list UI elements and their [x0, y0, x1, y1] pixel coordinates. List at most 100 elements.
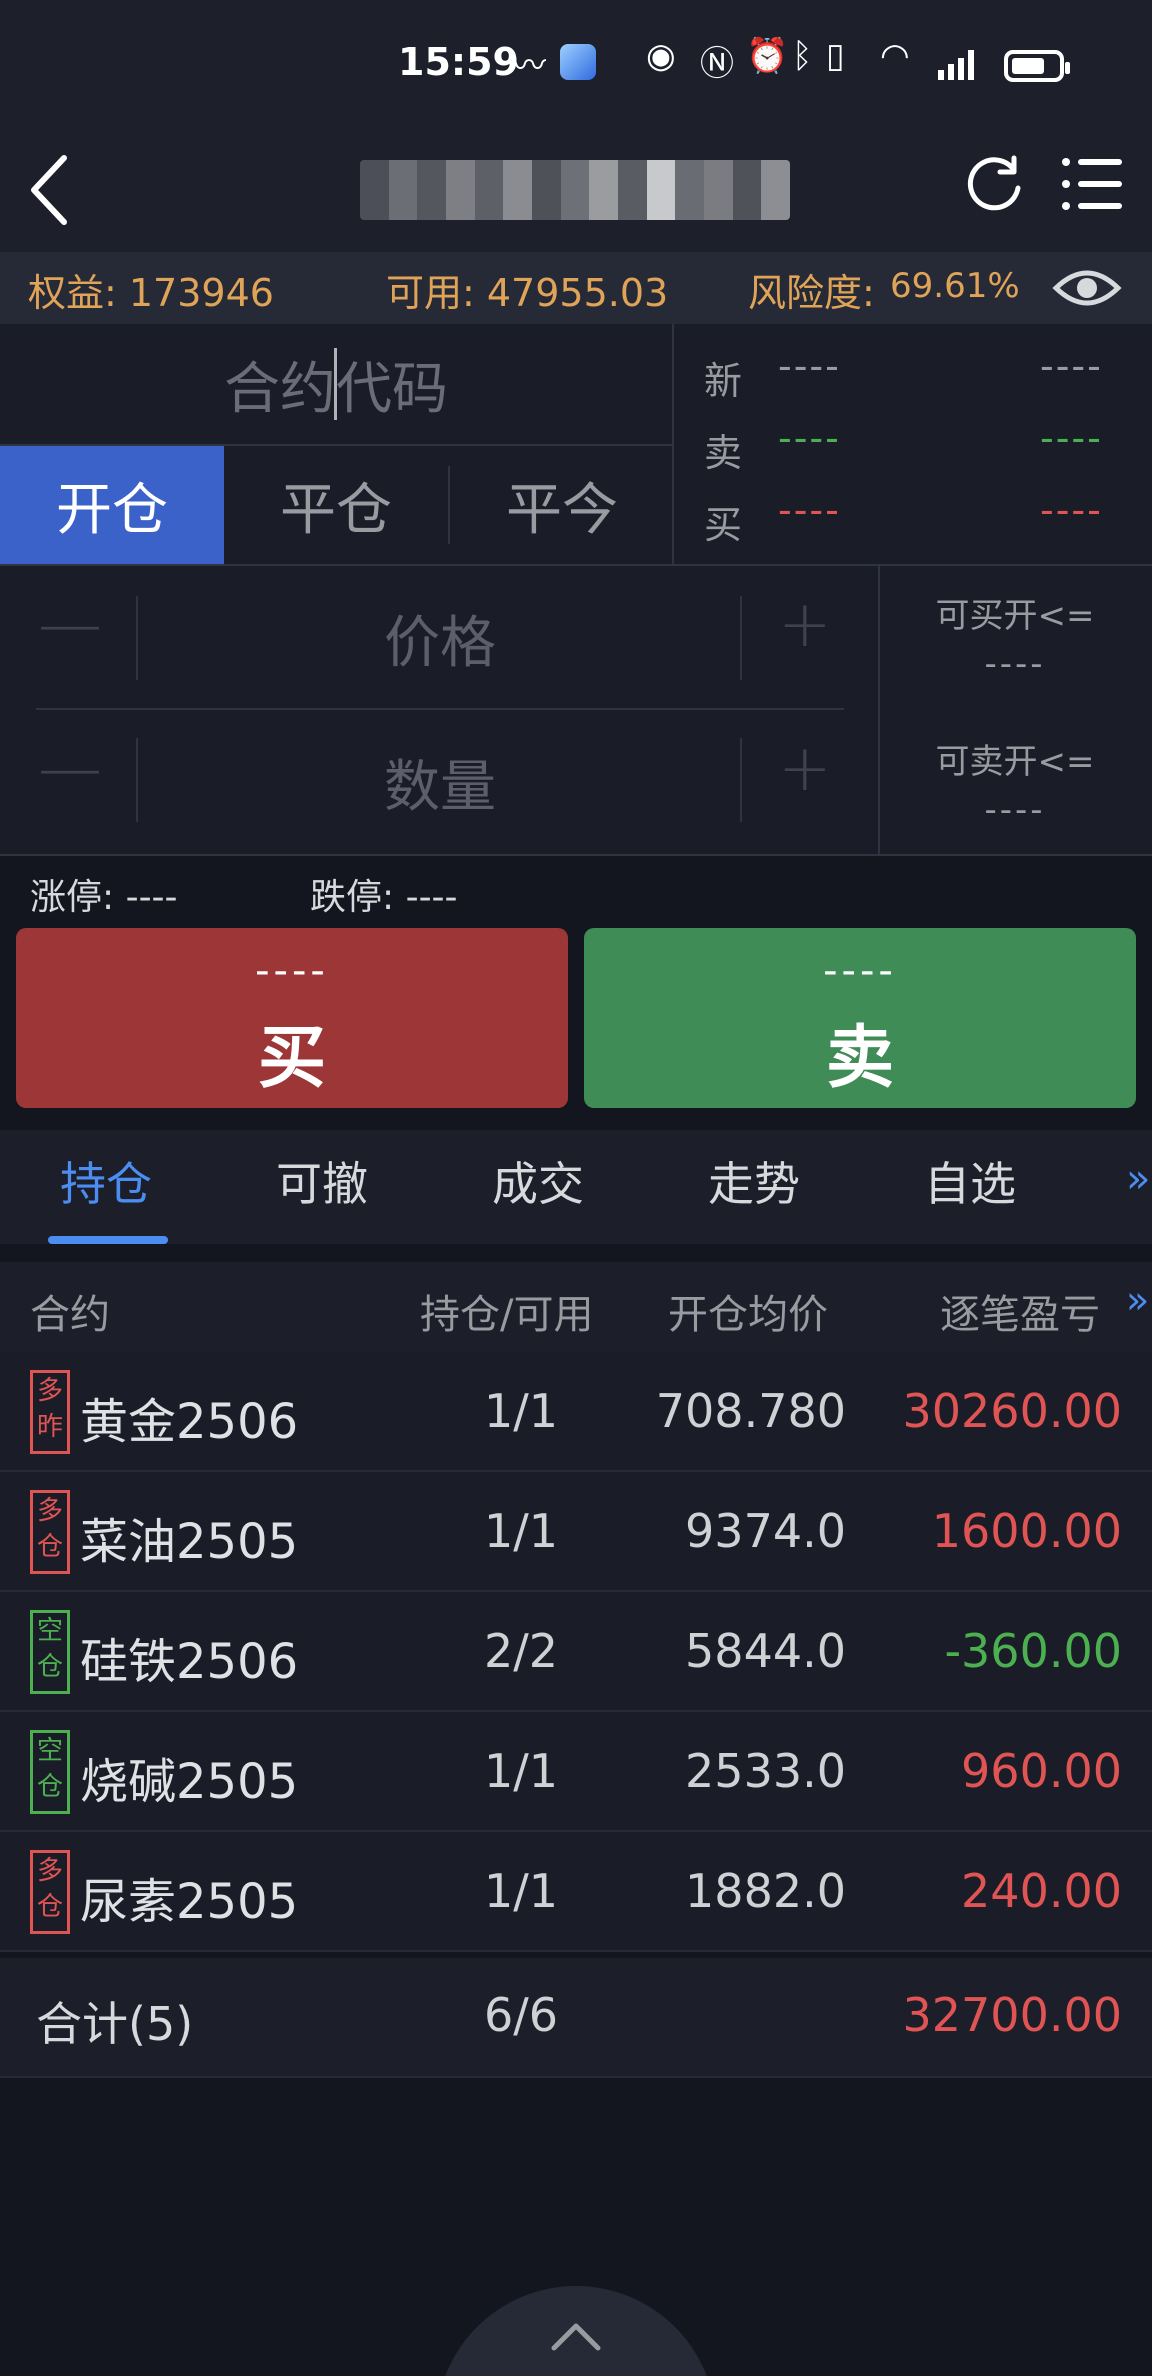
risk-value: 69.61%	[890, 266, 1020, 306]
tab-watchlist[interactable]: 自选	[924, 1148, 1016, 1214]
table-row[interactable]: 多昨黄金2506 1/1 708.780 30260.00	[0, 1352, 1152, 1472]
position-qty: 1/1	[484, 1384, 559, 1438]
price-input[interactable]: 价格	[140, 590, 740, 686]
badge-direction: 多	[36, 1856, 63, 1886]
quote-label-bid: 买	[704, 503, 743, 547]
position-pnl: 240.00	[961, 1864, 1122, 1918]
direction-badge: 多昨	[30, 1370, 70, 1454]
badge-direction: 多	[36, 1376, 63, 1406]
buy-label: 买	[257, 1019, 326, 1098]
tab-open-position[interactable]: 开仓	[0, 446, 224, 564]
avg-open-price: 9374.0	[685, 1504, 846, 1558]
quote-ask-price: ----	[778, 416, 841, 460]
vibrate-icon: ▯	[826, 36, 845, 76]
limit-up-text: 涨停: ----	[30, 877, 178, 918]
link-icon: 〰	[512, 46, 546, 86]
app-notification-icon	[560, 44, 596, 80]
tab-active-indicator	[48, 1236, 168, 1244]
contract-name: 硅铁2506	[80, 1634, 299, 1690]
contract-name: 尿素2505	[80, 1874, 299, 1930]
col-pnl: 逐笔盈亏	[940, 1292, 1100, 1338]
account-name-blurred	[360, 160, 790, 220]
eye-icon[interactable]	[1052, 264, 1122, 312]
text-cursor	[334, 348, 337, 420]
alarm-icon: ⏰	[746, 36, 789, 76]
tab-positions[interactable]: 持仓	[60, 1148, 152, 1214]
account-summary-bar: 权益: 173946 可用: 47955.03 风险度: 69.61%	[0, 252, 1152, 324]
quantity-input[interactable]: 数量	[140, 734, 740, 830]
badge-type: 昨	[36, 1412, 63, 1442]
price-minus-button[interactable]: —	[38, 588, 102, 662]
qty-plus-button[interactable]: +	[778, 732, 832, 806]
tab-cancelable[interactable]: 可撤	[276, 1148, 368, 1214]
price-placeholder: 价格	[384, 610, 496, 676]
signal-icon	[938, 46, 974, 80]
max-sell-open-value: ----	[984, 790, 1046, 830]
col-avg-open-price: 开仓均价	[668, 1292, 828, 1338]
contract-name: 黄金2506	[80, 1394, 299, 1450]
position-qty: 1/1	[484, 1864, 559, 1918]
divider	[740, 596, 742, 680]
badge-type: 仓	[36, 1772, 63, 1802]
direction-badge: 空仓	[30, 1730, 70, 1814]
buy-price: ----	[255, 948, 329, 994]
position-qty: 1/1	[484, 1504, 559, 1558]
badge-direction: 空	[36, 1736, 63, 1766]
position-pnl: 30260.00	[902, 1384, 1123, 1438]
wifi-icon: ◠	[880, 36, 910, 76]
tabs-more-icon[interactable]: »	[1126, 1156, 1150, 1202]
sell-button[interactable]: ---- 卖	[584, 928, 1136, 1108]
position-pnl: -360.00	[944, 1624, 1122, 1678]
table-row[interactable]: 空仓烧碱2505 1/1 2533.0 960.00	[0, 1712, 1152, 1832]
badge-type: 仓	[36, 1652, 63, 1682]
position-pnl: 960.00	[961, 1744, 1122, 1798]
nav-bar	[0, 130, 1152, 252]
avg-open-price: 708.780	[655, 1384, 846, 1438]
badge-type: 仓	[36, 1892, 63, 1922]
tab-close-position[interactable]: 平仓	[224, 446, 448, 564]
nfc-icon: Ⓝ	[700, 44, 734, 84]
table-row[interactable]: 多仓尿素2505 1/1 1882.0 240.00	[0, 1832, 1152, 1952]
position-qty: 1/1	[484, 1744, 559, 1798]
risk-label: 风险度:	[748, 271, 875, 315]
col-contract: 合约	[30, 1292, 110, 1338]
avg-open-price: 5844.0	[685, 1624, 846, 1678]
quote-label-last: 新	[704, 359, 743, 403]
table-row[interactable]: 空仓硅铁2506 2/2 5844.0 -360.00	[0, 1592, 1152, 1712]
quote-last-change: ----	[1040, 344, 1103, 388]
expand-panel-button[interactable]	[436, 2286, 716, 2376]
table-row[interactable]: 多仓菜油2505 1/1 9374.0 1600.00	[0, 1472, 1152, 1592]
bluetooth-icon: ᛒ	[792, 36, 813, 76]
eye-status-icon: ◉	[646, 36, 676, 76]
quote-last-value: ----	[778, 344, 841, 388]
sell-label: 卖	[825, 1019, 894, 1098]
quantity-placeholder: 数量	[384, 754, 496, 820]
buy-button[interactable]: ---- 买	[16, 928, 568, 1108]
direction-badge: 空仓	[30, 1610, 70, 1694]
back-icon[interactable]	[26, 150, 72, 230]
badge-direction: 空	[36, 1616, 63, 1646]
total-row: 合计(5) 6/6 32700.00	[0, 1958, 1152, 2078]
quote-bid-volume: ----	[1040, 488, 1103, 532]
status-bar: 15:59 〰 ◉ Ⓝ ⏰ ᛒ ▯ ◠	[0, 0, 1152, 130]
tab-close-today[interactable]: 平今	[450, 446, 674, 564]
total-qty: 6/6	[484, 1988, 559, 2042]
max-sell-open-label: 可卖开<=	[935, 742, 1095, 782]
columns-more-icon[interactable]: »	[1126, 1278, 1149, 1322]
price-plus-button[interactable]: +	[778, 588, 832, 662]
divider	[0, 564, 1152, 566]
position-pnl: 1600.00	[931, 1504, 1122, 1558]
menu-icon[interactable]	[1060, 152, 1124, 216]
divider	[0, 854, 1152, 856]
quote-ask-volume: ----	[1040, 416, 1103, 460]
refresh-icon[interactable]	[962, 152, 1026, 216]
badge-type: 仓	[36, 1532, 63, 1562]
qty-minus-button[interactable]: —	[38, 732, 102, 806]
tab-trades[interactable]: 成交	[492, 1148, 584, 1214]
divider	[36, 708, 844, 710]
contract-name: 烧碱2505	[80, 1754, 299, 1810]
status-time: 15:59	[398, 40, 519, 84]
tab-trend[interactable]: 走势	[708, 1148, 800, 1214]
total-pnl: 32700.00	[902, 1988, 1123, 2042]
position-qty: 2/2	[484, 1624, 559, 1678]
